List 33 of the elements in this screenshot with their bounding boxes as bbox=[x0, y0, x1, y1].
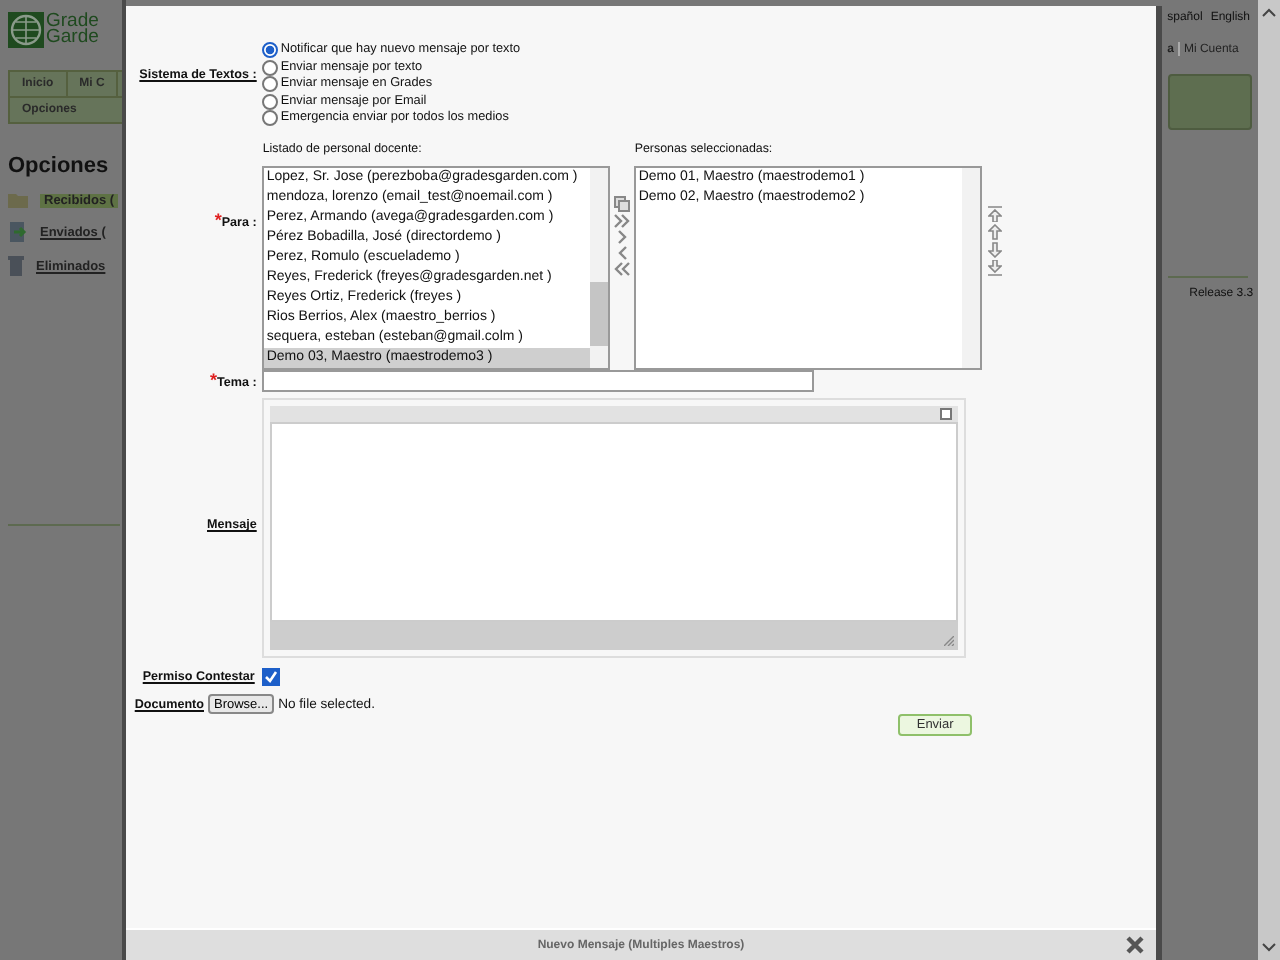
copy-icon[interactable] bbox=[614, 196, 631, 213]
scroll-up-icon[interactable] bbox=[1262, 8, 1277, 18]
move-bottom-icon[interactable] bbox=[988, 260, 1003, 277]
required-mark: * bbox=[210, 370, 218, 391]
arrow-page-icon bbox=[8, 222, 28, 242]
subject-field[interactable] bbox=[262, 370, 815, 393]
move-top-icon[interactable] bbox=[988, 206, 1003, 223]
radio-button[interactable] bbox=[262, 76, 279, 93]
page-heading: Opciones bbox=[8, 154, 111, 178]
required-mark: * bbox=[214, 210, 222, 231]
close-icon[interactable] bbox=[1125, 936, 1144, 954]
down-arrow-icon[interactable] bbox=[988, 242, 1003, 259]
trash-icon bbox=[8, 256, 24, 276]
radio-button[interactable] bbox=[262, 110, 279, 127]
radio-button[interactable] bbox=[262, 42, 279, 58]
folder-icon bbox=[8, 192, 28, 208]
radio-button[interactable] bbox=[262, 59, 279, 76]
page-scrollbar[interactable] bbox=[1258, 0, 1280, 960]
logo-text: Garde bbox=[46, 30, 99, 46]
maximize-icon[interactable] bbox=[940, 408, 953, 421]
scrollbar[interactable] bbox=[962, 168, 981, 369]
globe-logo-icon bbox=[8, 12, 44, 48]
double-left-arrow-icon[interactable] bbox=[614, 262, 631, 277]
scroll-down-icon[interactable] bbox=[1262, 942, 1277, 952]
scrollbar[interactable] bbox=[590, 168, 609, 369]
radio-button[interactable] bbox=[262, 93, 279, 110]
nav-bar bbox=[1167, 74, 1252, 130]
double-right-arrow-icon[interactable] bbox=[614, 214, 631, 229]
up-arrow-icon[interactable] bbox=[988, 224, 1003, 241]
checkbox[interactable] bbox=[262, 668, 281, 687]
logo-text: Grade bbox=[46, 14, 99, 30]
resize-grip-icon[interactable] bbox=[944, 636, 955, 647]
staff-listbox[interactable] bbox=[262, 166, 611, 371]
